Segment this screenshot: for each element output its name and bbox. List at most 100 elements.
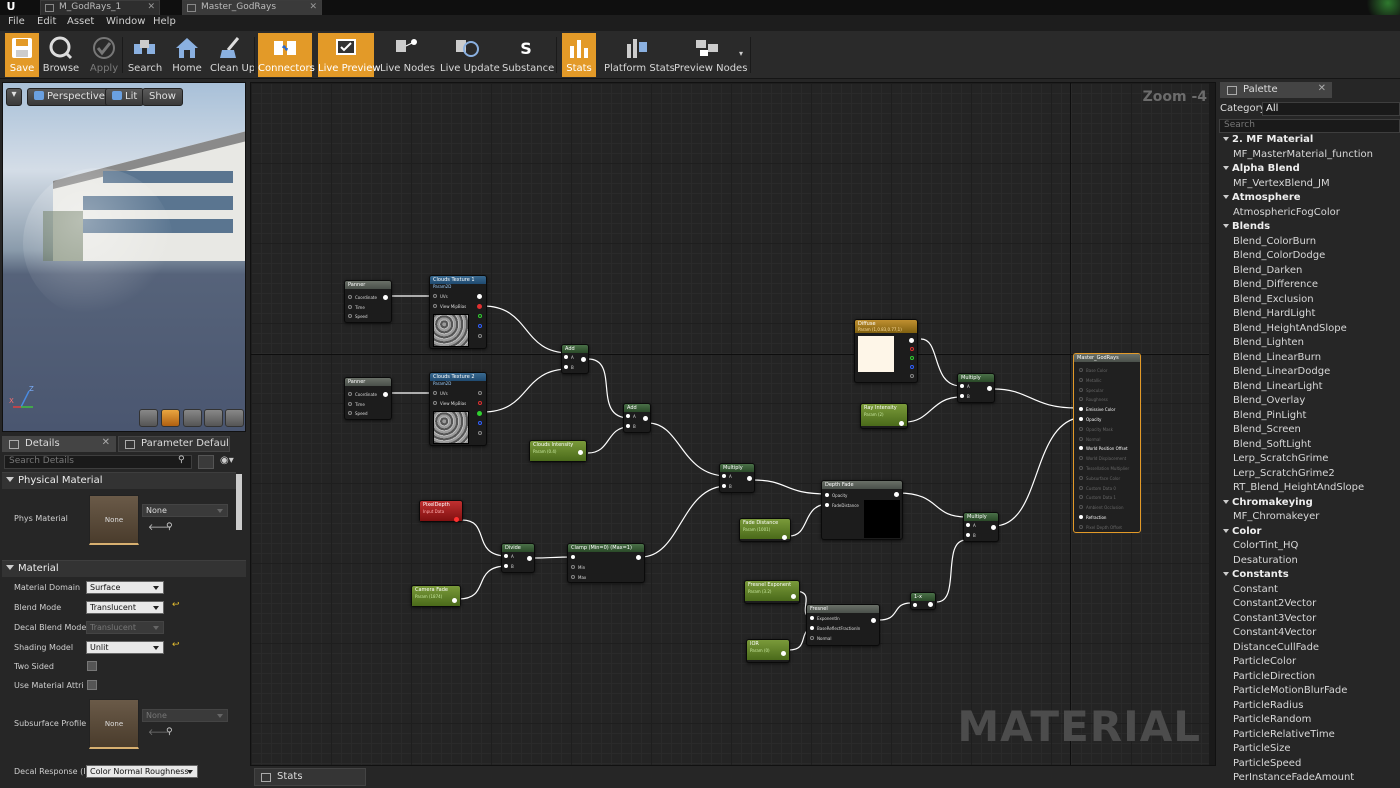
palette-category[interactable]: Color [1222, 525, 1400, 540]
input-pin[interactable] [1079, 368, 1083, 372]
input-pin[interactable] [1079, 407, 1083, 412]
input-pin[interactable] [348, 305, 352, 309]
phys-material-thumbnail[interactable]: None [89, 495, 139, 545]
reset-to-default-icon[interactable]: ↩ [172, 640, 180, 650]
master-material-node[interactable]: Master_GodRays Base Color Metallic Specula… [1073, 353, 1141, 533]
input-pin[interactable] [348, 295, 352, 299]
browse-icon[interactable]: ⚲ [166, 727, 173, 737]
input-pin-b[interactable] [722, 484, 726, 488]
input-pin[interactable] [433, 391, 437, 395]
palette-item[interactable]: AtmosphericFogColor [1222, 206, 1400, 221]
graph-scrollbar-track[interactable] [1209, 83, 1215, 765]
palette-item[interactable]: Constant3Vector [1222, 612, 1400, 627]
add-node[interactable]: Add A B [561, 344, 589, 374]
phys-material-picker[interactable]: None [142, 504, 228, 517]
palette-category[interactable]: Alpha Blend [1222, 162, 1400, 177]
output-pin[interactable] [452, 598, 457, 603]
input-pin-b[interactable] [504, 564, 508, 568]
material-domain-dropdown[interactable]: Surface [86, 581, 164, 594]
close-icon[interactable]: ✕ [1318, 83, 1326, 94]
palette-item[interactable]: MF_VertexBlend_JM [1222, 177, 1400, 192]
palette-item[interactable]: ParticleRandom [1222, 713, 1400, 728]
menu-window[interactable]: Window [106, 16, 145, 27]
palette-category[interactable]: Chromakeying [1222, 496, 1400, 511]
palette-category[interactable]: Constants [1222, 568, 1400, 583]
decal-response-dropdown[interactable]: Color Normal Roughness [86, 765, 198, 778]
palette-item[interactable]: Constant [1222, 583, 1400, 598]
output-pin[interactable] [527, 556, 532, 561]
output-pin-a[interactable] [478, 334, 482, 338]
input-pin-a[interactable] [564, 355, 568, 359]
clouds-texture-1-node[interactable]: Clouds Texture 1 Param2D UVs View MipBia… [429, 275, 487, 349]
home-button[interactable]: Home [170, 33, 204, 77]
divide-node[interactable]: Divide A B [501, 543, 535, 573]
subsurface-profile-picker[interactable]: None [142, 709, 228, 722]
palette-item[interactable]: Lerp_ScratchGrime2 [1222, 467, 1400, 482]
input-pin[interactable] [1079, 475, 1083, 480]
close-icon[interactable]: ✕ [147, 2, 155, 12]
input-pin-a[interactable] [966, 523, 970, 527]
input-pin[interactable] [1079, 436, 1083, 441]
tab-m-godrays[interactable]: M_GodRays_1 ✕ [40, 0, 160, 15]
shading-model-dropdown[interactable]: Unlit [86, 641, 164, 654]
input-pin-normal[interactable] [810, 636, 814, 640]
eye-icon[interactable]: ◉▾ [220, 455, 234, 466]
grid-view-icon[interactable] [198, 455, 214, 469]
input-pin-a[interactable] [960, 384, 964, 388]
input-pin-min[interactable] [571, 565, 575, 569]
input-pin-opacity[interactable] [825, 493, 829, 497]
palette-item[interactable]: Blend_HeightAndSlope [1222, 322, 1400, 337]
palette-item[interactable]: Blend_PinLight [1222, 409, 1400, 424]
subsurface-profile-thumbnail[interactable]: None [89, 699, 139, 749]
input-pin[interactable] [913, 603, 917, 607]
input-pin[interactable] [433, 401, 437, 405]
output-pin-b[interactable] [478, 324, 482, 328]
multiply-node[interactable]: Multiply A B [719, 463, 755, 493]
palette-item[interactable]: ParticleSpeed [1222, 757, 1400, 772]
blend-mode-dropdown[interactable]: Translucent [86, 601, 164, 614]
output-pin[interactable] [781, 651, 786, 656]
browse-button[interactable]: Browse [42, 33, 80, 77]
output-pin[interactable] [636, 555, 641, 560]
multiply-node[interactable]: Multiply A B [963, 512, 999, 542]
preview-viewport[interactable]: ▾ Perspective Lit Show Z X [2, 82, 246, 432]
show-button[interactable]: Show [142, 88, 183, 106]
output-pin-g[interactable] [477, 411, 482, 416]
input-pin-b[interactable] [564, 365, 568, 369]
tab-palette[interactable]: Palette ✕ [1220, 82, 1332, 98]
output-pin[interactable] [454, 517, 459, 522]
clean-up-button[interactable]: Clean Up [210, 33, 255, 77]
palette-item[interactable]: MF_MasterMaterial_function [1222, 148, 1400, 163]
palette-item[interactable]: Constant2Vector [1222, 597, 1400, 612]
input-pin[interactable] [1079, 387, 1083, 392]
palette-item[interactable]: PerInstanceFadeAmount [1222, 771, 1400, 786]
browse-icon[interactable]: ⚲ [166, 522, 173, 532]
palette-item[interactable]: Blend_Darken [1222, 264, 1400, 279]
source-control-status-icon[interactable] [1360, 0, 1400, 15]
output-pin-rgb[interactable] [478, 391, 482, 395]
palette-item[interactable]: Blend_ColorBurn [1222, 235, 1400, 250]
palette-item[interactable]: ColorTint_HQ [1222, 539, 1400, 554]
tab-parameter-defaults[interactable]: Parameter Defaults [118, 436, 230, 452]
close-icon[interactable]: ✕ [309, 2, 317, 12]
multiply-node[interactable]: Multiply A B [957, 373, 995, 403]
input-pin[interactable] [571, 555, 575, 559]
palette-item[interactable]: ParticleRadius [1222, 699, 1400, 714]
pixel-depth-node[interactable]: PixelDepth Input Data [419, 500, 463, 522]
input-pin[interactable] [1079, 377, 1083, 382]
output-pin[interactable] [871, 618, 876, 623]
details-scrollbar[interactable] [236, 474, 242, 530]
viewport-options-button[interactable]: ▾ [6, 88, 22, 106]
menu-help[interactable]: Help [153, 16, 176, 27]
palette-item[interactable]: ParticleRelativeTime [1222, 728, 1400, 743]
palette-item[interactable]: Blend_LinearLight [1222, 380, 1400, 395]
close-icon[interactable]: ✕ [102, 437, 110, 448]
input-pin[interactable] [1079, 485, 1083, 490]
output-pin-rgb[interactable] [909, 338, 914, 343]
connectors-button[interactable]: Connectors [258, 33, 315, 77]
input-pin[interactable] [1079, 466, 1083, 470]
palette-item[interactable]: ParticleMotionBlurFade [1222, 684, 1400, 699]
platform-stats-button[interactable]: Platform Stats [604, 33, 675, 77]
output-pin[interactable] [643, 416, 648, 421]
palette-item[interactable]: RT_Blend_HeightAndSlope [1222, 481, 1400, 496]
